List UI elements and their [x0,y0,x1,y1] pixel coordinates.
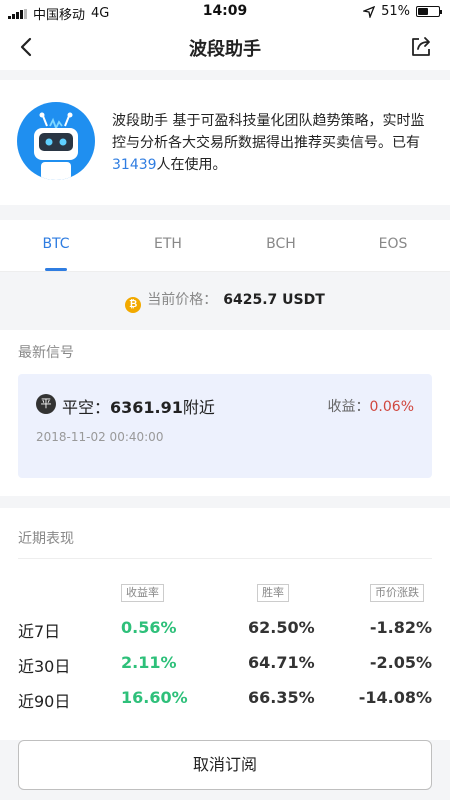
performance-row: 近90日 16.60% 66.35% -14.08% [0,688,450,712]
header-win-rate: 胜率 [257,584,289,602]
intro-text-suffix: 人在使用。 [156,157,227,173]
divider [18,558,432,559]
win-rate-value: 66.35% [248,688,315,707]
period-label: 近30日 [18,657,71,676]
return-value: 0.56% [121,618,177,637]
unsubscribe-button[interactable]: 取消订阅 [18,740,432,790]
performance-row: 近30日 2.11% 64.71% -2.05% [0,653,450,677]
status-bar: 中国移动 4G 14:09 51% [0,0,450,24]
share-icon[interactable] [408,34,434,60]
bitcoin-icon: ₿ [125,297,142,313]
header-price-change: 币价涨跌 [370,584,424,602]
signal-type-badge: 平 [36,394,56,414]
signal-card[interactable]: 平 平空：6361.91附近 收益：0.06% 2018-11-02 00:40… [18,374,432,478]
tab-bch[interactable]: BCH [251,236,311,252]
latest-signal-section: 最新信号 平 平空：6361.91附近 收益：0.06% 2018-11-02 … [0,330,450,496]
current-price-bar: ₿ 当前价格： 6425.7 USDT [0,273,450,323]
win-rate-value: 62.50% [248,618,315,637]
battery-percent: 51% [381,4,410,19]
latest-signal-title: 最新信号 [18,345,74,361]
signal-price: 6361.91 [110,398,183,417]
coin-tabs: BTC ETH BCH EOS [0,220,450,272]
performance-title: 近期表现 [18,531,74,547]
return-value: 2.11% [121,653,177,672]
user-count: 31439 [112,157,157,173]
header-return-rate: 收益率 [121,584,164,602]
price-change-value: -14.08% [358,688,432,707]
price-value: 6425.7 USDT [223,292,325,308]
price-label: 当前价格： [147,292,218,308]
return-value: 16.60% [121,688,188,707]
price-change-value: -2.05% [369,653,432,672]
location-arrow-icon [363,5,376,18]
signal-time: 2018-11-02 00:40:00 [36,430,164,444]
price-change-value: -1.82% [369,618,432,637]
signal-action: 平空： [62,398,111,417]
signal-profit-value: 0.06% [369,399,414,415]
page-title: 波段助手 [189,39,261,60]
robot-avatar-icon [17,102,95,180]
performance-section: 近期表现 收益率 胜率 币价涨跌 近7日 0.56% 62.50% -1.82%… [0,508,450,740]
win-rate-value: 64.71% [248,653,315,672]
active-tab-indicator [45,268,67,271]
period-label: 近90日 [18,692,71,711]
tab-eos[interactable]: EOS [363,236,423,252]
signal-price-suffix: 附近 [182,398,215,417]
intro-card: 波段助手 基于可盈科技量化团队趋势策略，实时监控与分析各大交易所数据得出推荐买卖… [0,80,450,205]
performance-row: 近7日 0.56% 62.50% -1.82% [0,618,450,642]
signal-profit-label: 收益： [327,399,370,415]
battery-icon [416,6,442,17]
tab-btc[interactable]: BTC [26,236,86,252]
intro-text: 波段助手 基于可盈科技量化团队趋势策略，实时监控与分析各大交易所数据得出推荐买卖… [112,113,425,151]
period-label: 近7日 [18,622,61,641]
intro-description: 波段助手 基于可盈科技量化团队趋势策略，实时监控与分析各大交易所数据得出推荐买卖… [112,110,434,176]
nav-bar: 波段助手 [0,24,450,70]
tab-eth[interactable]: ETH [138,236,198,252]
